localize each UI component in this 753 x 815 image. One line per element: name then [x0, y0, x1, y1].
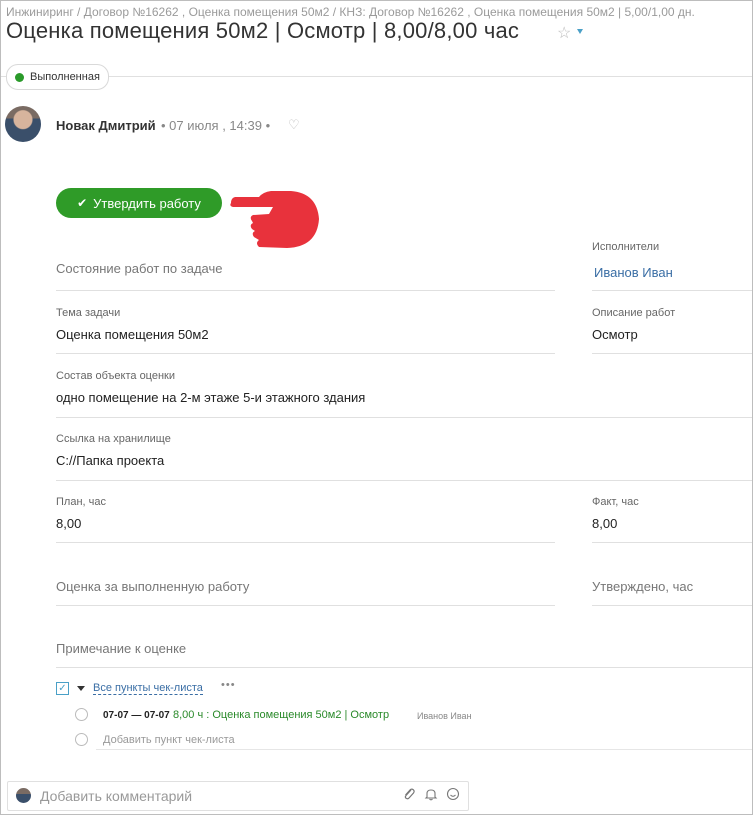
status-badge[interactable]: Выполненная: [6, 64, 109, 90]
paperclip-icon[interactable]: [402, 787, 416, 801]
checklist-item-radio[interactable]: [75, 708, 88, 721]
topic-label: Тема задачи: [56, 307, 121, 319]
star-icon[interactable]: ☆: [557, 23, 571, 43]
fact-hours-label: Факт, час: [592, 496, 639, 508]
chevron-down-icon[interactable]: [577, 29, 583, 34]
page-title: Оценка помещения 50м2 | Осмотр | 8,00/8,…: [6, 18, 520, 43]
checklist-item-text[interactable]: 8,00 ч : Оценка помещения 50м2 | Осмотр: [173, 709, 389, 721]
checklist-title[interactable]: Все пункты чек-листа: [93, 682, 203, 695]
fact-hours-underline: [592, 542, 752, 543]
caret-down-icon[interactable]: [77, 686, 85, 691]
breadcrumb[interactable]: Инжиниринг / Договор №16262 , Оценка пом…: [6, 5, 695, 19]
plan-hours-value[interactable]: 8,00: [56, 516, 81, 531]
avatar[interactable]: [5, 106, 41, 142]
status-dot-icon: [15, 72, 24, 82]
topic-underline: [56, 353, 555, 354]
evaluation-field[interactable]: Оценка за выполненную работу: [56, 579, 249, 594]
checklist-item-dates: 07-07 — 07-07: [103, 710, 170, 721]
checklist-more-icon[interactable]: •••: [221, 679, 236, 691]
work-description-label: Описание работ: [592, 307, 676, 319]
heart-icon[interactable]: ♡: [288, 117, 300, 133]
checklist-checkbox-icon[interactable]: ✓: [56, 682, 69, 695]
pointing-hand-icon: [230, 191, 319, 248]
object-composition-underline: [56, 417, 752, 418]
checklist-item-user[interactable]: Иванов Иван: [417, 711, 472, 721]
evaluation-underline: [56, 605, 555, 606]
plan-hours-label: План, час: [56, 496, 106, 508]
task-card: Инжиниринг / Договор №16262 , Оценка пом…: [0, 0, 753, 815]
storage-link-label: Ссылка на хранилище: [56, 433, 171, 445]
divider: [1, 76, 752, 77]
object-composition-label: Состав объекта оценки: [56, 370, 176, 382]
author-name[interactable]: Новак Дмитрий: [56, 118, 156, 133]
executors-label: Исполнители: [592, 241, 660, 253]
approved-hours-underline: [592, 605, 752, 606]
comment-avatar: [16, 788, 31, 803]
checklist-add-radio: [75, 733, 88, 746]
approve-work-label: Утвердить работу: [93, 195, 201, 211]
plan-hours-underline: [56, 542, 555, 543]
bell-icon[interactable]: [424, 787, 438, 801]
storage-link-value[interactable]: C://Папка проекта: [56, 453, 164, 468]
executors-underline: [592, 290, 752, 291]
evaluation-note-field[interactable]: Примечание к оценке: [56, 641, 186, 656]
executor-link[interactable]: Иванов Иван: [594, 265, 673, 280]
work-state-underline: [56, 290, 555, 291]
work-description-underline: [592, 353, 752, 354]
evaluation-note-underline: [56, 667, 752, 668]
fact-hours-value[interactable]: 8,00: [592, 516, 617, 531]
approved-hours-field[interactable]: Утверждено, час: [592, 579, 693, 594]
work-description-value[interactable]: Осмотр: [592, 327, 638, 342]
work-state-label[interactable]: Состояние работ по задаче: [56, 261, 223, 276]
topic-value[interactable]: Оценка помещения 50м2: [56, 327, 209, 342]
post-meta: • 07 июля , 14:39 •: [161, 118, 271, 133]
storage-link-underline: [56, 480, 752, 481]
status-label: Выполненная: [30, 71, 100, 83]
approve-work-button[interactable]: ✔ Утвердить работу: [56, 188, 222, 218]
checklist-add-input[interactable]: Добавить пункт чек-листа: [103, 734, 235, 746]
emoji-icon[interactable]: [446, 787, 460, 801]
comment-input[interactable]: Добавить комментарий: [40, 788, 192, 804]
check-icon: ✔: [77, 196, 88, 210]
object-composition-value[interactable]: одно помещение на 2-м этаже 5-и этажного…: [56, 390, 365, 405]
